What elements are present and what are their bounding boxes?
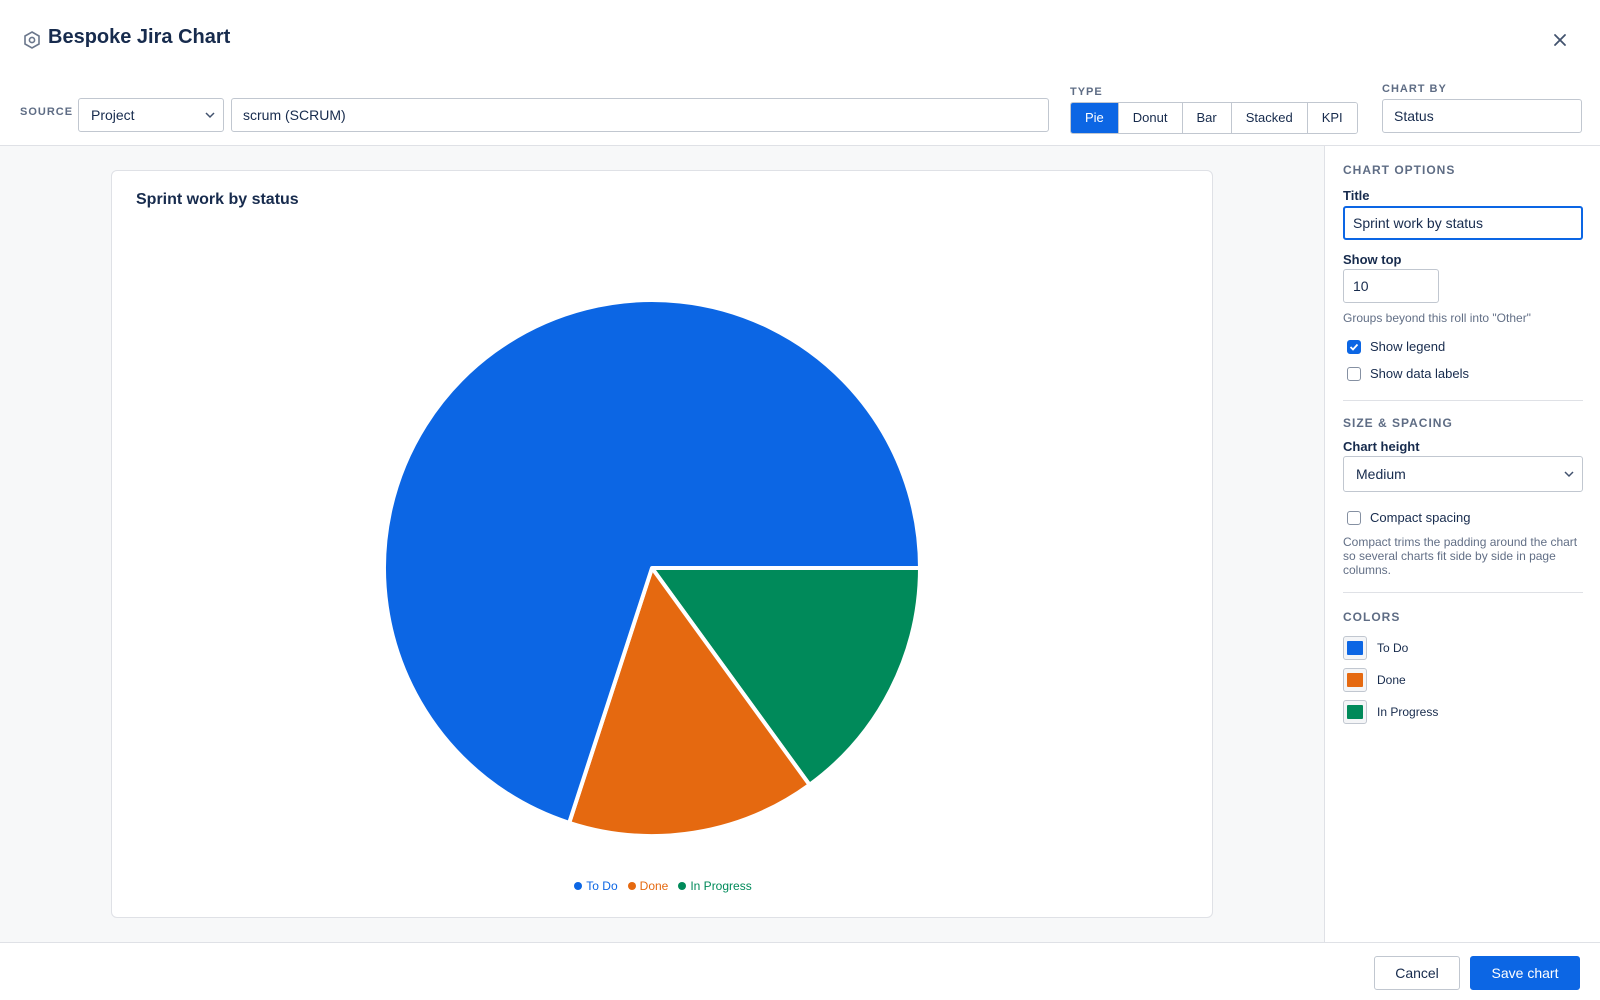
show-legend-checkbox[interactable]: Show legend [1343,339,1445,354]
show-top-hint: Groups beyond this roll into "Other" [1343,311,1531,325]
title-input-value: Sprint work by status [1353,215,1483,231]
legend-dot [574,882,583,890]
chart-type-selector: Pie Donut Bar Stacked KPI [1070,102,1358,134]
chevron-down-icon [205,112,215,119]
color-picker-done[interactable] [1343,668,1367,692]
project-input[interactable]: scrum (SCRUM) [231,98,1049,132]
dialog-footer: Cancel Save chart [0,942,1600,1000]
close-icon [1554,34,1566,46]
legend-label: To Do [586,879,618,893]
chart-height-label: Chart height [1343,439,1420,454]
chart-legend: To Do Done In Progress [112,879,1214,893]
type-donut-button[interactable]: Donut [1118,103,1183,133]
type-stacked-button[interactable]: Stacked [1231,103,1308,133]
show-top-label: Show top [1343,252,1402,267]
show-top-input[interactable]: 10 [1343,269,1439,303]
show-legend-label: Show legend [1370,339,1446,354]
legend-dot [678,882,687,890]
project-input-value: scrum (SCRUM) [243,107,346,123]
color-row-in-progress: In Progress [1343,700,1438,724]
color-label: Done [1377,673,1406,687]
chart-height-value: Medium [1356,466,1406,482]
chart-options-heading: CHART OPTIONS [1343,163,1456,177]
pie-chart [382,298,922,838]
checkbox-unchecked[interactable] [1347,510,1361,525]
source-select[interactable]: Project [78,98,224,132]
source-toolbar: SOURCE Project scrum (SCRUM) TYPE Pie Do… [0,80,1600,146]
type-kpi-button[interactable]: KPI [1307,103,1357,133]
chart-card: Sprint work by status To Do Done In Prog… [111,170,1213,918]
size-spacing-heading: SIZE & SPACING [1343,416,1453,430]
chart-preview-area: Sprint work by status To Do Done In Prog… [0,146,1324,942]
color-swatch [1347,673,1363,687]
chart-by-value: Status [1394,108,1434,124]
source-label: SOURCE [20,106,74,118]
checkbox-unchecked[interactable] [1347,366,1361,381]
chart-height-select[interactable]: Medium [1343,456,1583,492]
colors-heading: COLORS [1343,610,1401,624]
show-data-labels-label: Show data labels [1370,366,1470,381]
type-bar-button[interactable]: Bar [1182,103,1232,133]
chevron-down-icon [1564,471,1574,478]
color-row-done: Done [1343,668,1406,692]
divider [1343,592,1583,593]
color-swatch [1347,641,1363,655]
divider [1343,400,1583,401]
title-label: Title [1343,188,1370,203]
chart-by-label: CHART BY [1382,83,1447,95]
color-swatch [1347,705,1363,719]
compact-spacing-hint: Compact trims the padding around the cha… [1343,535,1578,577]
type-pie-button[interactable]: Pie [1071,103,1119,133]
legend-label: Done [639,879,669,893]
dialog-header: Bespoke Jira Chart [0,0,1600,80]
color-label: To Do [1377,641,1409,655]
color-row-to-do: To Do [1343,636,1408,660]
cancel-button[interactable]: Cancel [1374,956,1460,990]
checkbox-checked[interactable] [1347,339,1361,354]
legend-item-in-progress: In Progress [678,879,752,893]
compact-spacing-checkbox[interactable]: Compact spacing [1343,510,1470,525]
show-top-value: 10 [1353,278,1369,294]
compact-spacing-label: Compact spacing [1370,510,1471,525]
chart-options-panel: CHART OPTIONS Title Sprint work by statu… [1324,146,1600,942]
legend-label: In Progress [690,879,752,893]
settings-hex-icon [22,30,42,50]
chart-by-input[interactable]: Status [1382,99,1582,133]
title-input[interactable]: Sprint work by status [1343,206,1583,240]
color-picker-in-progress[interactable] [1343,700,1367,724]
type-label: TYPE [1070,86,1103,98]
color-picker-to-do[interactable] [1343,636,1367,660]
legend-item-done: Done [627,879,669,893]
legend-item-to-do: To Do [574,879,618,893]
source-select-value: Project [91,107,135,123]
legend-dot [627,882,636,890]
check-icon [1349,343,1359,351]
chart-editor-dialog: Bespoke Jira Chart SOURCE Project scrum … [0,0,1600,1000]
dialog-title: Bespoke Jira Chart [48,26,231,48]
color-label: In Progress [1377,705,1439,719]
close-button[interactable] [1548,28,1572,52]
show-data-labels-checkbox[interactable]: Show data labels [1343,366,1469,381]
save-chart-button[interactable]: Save chart [1470,956,1580,990]
